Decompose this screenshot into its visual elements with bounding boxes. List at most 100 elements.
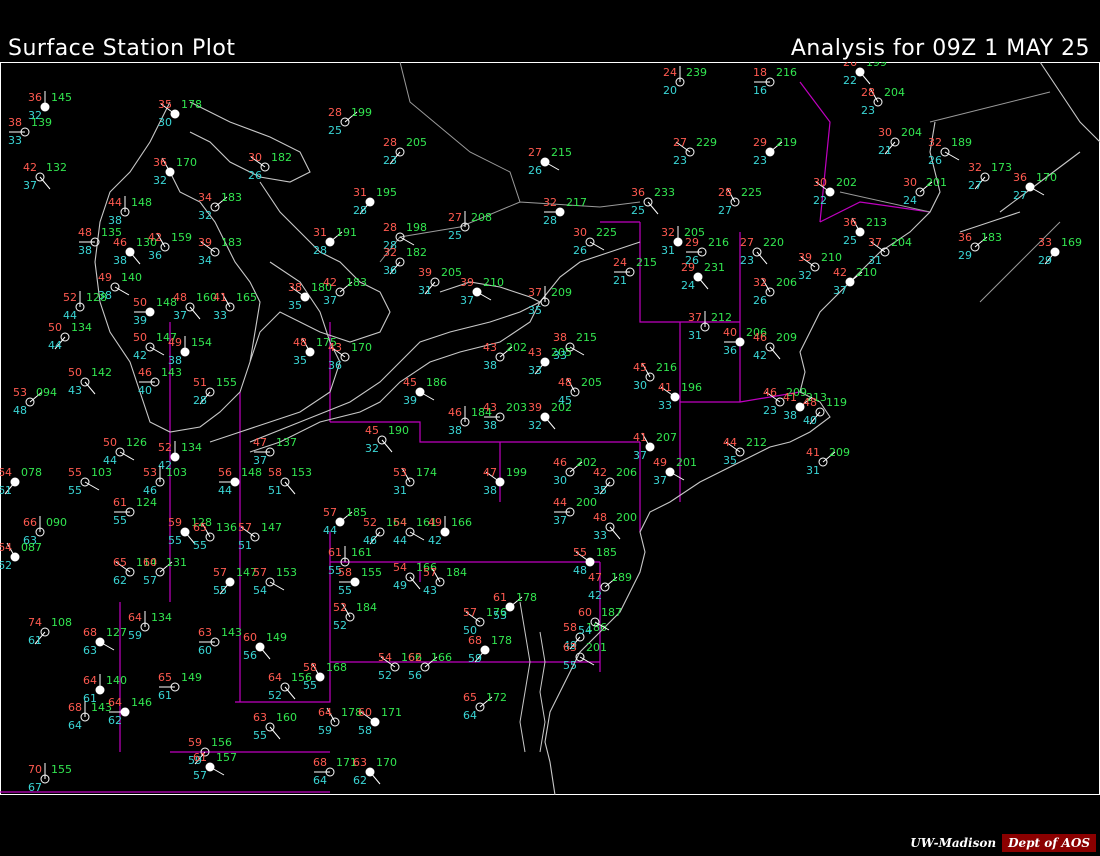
temperature-label: 46 — [753, 331, 767, 344]
temperature-label: 46 — [138, 366, 152, 379]
temperature-label: 28 — [383, 221, 397, 234]
dewpoint-label: 26 — [248, 169, 262, 182]
temperature-label: 65 — [158, 671, 172, 684]
temperature-label: 46 — [113, 236, 127, 249]
pressure-label: 148 — [241, 466, 262, 479]
temperature-label: 36 — [631, 186, 645, 199]
pressure-label: 126 — [126, 436, 147, 449]
temperature-label: 58 — [268, 466, 282, 479]
pressure-label: 155 — [361, 566, 382, 579]
pressure-label: 220 — [763, 236, 784, 249]
pressure-label: 184 — [446, 566, 467, 579]
temperature-label: 44 — [108, 196, 122, 209]
temperature-label: 60 — [143, 556, 157, 569]
pressure-label: 128 — [86, 291, 107, 304]
pressure-label: 231 — [704, 261, 725, 274]
temperature-label: 30 — [878, 126, 892, 139]
pressure-label: 213 — [866, 216, 887, 229]
temperature-label: 36 — [1013, 171, 1027, 184]
pressure-label: 087 — [21, 541, 42, 554]
dewpoint-label: 16 — [753, 84, 767, 97]
dewpoint-label: 26 — [528, 164, 542, 177]
temperature-label: 48 — [803, 396, 817, 409]
temperature-label: 45 — [403, 376, 417, 389]
pressure-label: 209 — [776, 331, 797, 344]
temperature-label: 47 — [588, 571, 602, 584]
temperature-label: 48 — [593, 511, 607, 524]
pressure-label: 094 — [36, 386, 57, 399]
dewpoint-label: 30 — [158, 116, 172, 129]
pressure-label: 153 — [291, 466, 312, 479]
pressure-label: 145 — [51, 91, 72, 104]
temperature-label: 57 — [423, 566, 437, 579]
pressure-label: 189 — [951, 136, 972, 149]
temperature-label: 59 — [188, 736, 202, 749]
pressure-label: 103 — [91, 466, 112, 479]
temperature-label: 51 — [193, 376, 207, 389]
temperature-label: 48 — [558, 376, 572, 389]
temperature-label: 50 — [68, 366, 82, 379]
pressure-label: 183 — [221, 191, 242, 204]
dewpoint-label: 31 — [688, 329, 702, 342]
temperature-label: 39 — [418, 266, 432, 279]
temperature-label: 36 — [843, 216, 857, 229]
pressure-label: 134 — [181, 441, 202, 454]
dewpoint-label: 33 — [8, 134, 22, 147]
dewpoint-label: 28 — [313, 244, 327, 257]
temperature-label: 26 — [843, 62, 857, 69]
pressure-label: 155 — [51, 763, 72, 776]
pressure-label: 216 — [708, 236, 729, 249]
dewpoint-label: 37 — [633, 449, 647, 462]
pressure-label: 149 — [181, 671, 202, 684]
temperature-label: 68 — [83, 626, 97, 639]
temperature-label: 47 — [483, 466, 497, 479]
dewpoint-label: 43 — [423, 584, 437, 597]
pressure-label: 132 — [46, 161, 67, 174]
temperature-label: 32 — [928, 136, 942, 149]
dewpoint-label: 28 — [193, 394, 207, 407]
pressure-label: 185 — [596, 546, 617, 559]
pressure-label: 178 — [516, 591, 537, 604]
pressure-label: 146 — [131, 696, 152, 709]
dewpoint-label: 31 — [806, 464, 820, 477]
dewpoint-label: 25 — [448, 229, 462, 242]
dewpoint-label: 21 — [613, 274, 627, 287]
temperature-label: 56 — [218, 466, 232, 479]
temperature-label: 57 — [253, 566, 267, 579]
pressure-label: 201 — [676, 456, 697, 469]
pressure-label: 184 — [356, 601, 377, 614]
pressure-label: 170 — [351, 341, 372, 354]
dewpoint-label: 25 — [328, 124, 342, 137]
pressure-label: 143 — [161, 366, 182, 379]
temperature-label: 41 — [213, 291, 227, 304]
dewpoint-label: 39 — [133, 314, 147, 327]
temperature-label: 64 — [128, 611, 142, 624]
dewpoint-label: 36 — [723, 344, 737, 357]
dewpoint-label: 31 — [418, 284, 432, 297]
temperature-label: 53 — [143, 466, 157, 479]
temperature-label: 30 — [248, 151, 262, 164]
dewpoint-label: 42 — [133, 349, 147, 362]
pressure-label: 143 — [221, 626, 242, 639]
dewpoint-label: 39 — [403, 394, 417, 407]
temperature-label: 37 — [528, 286, 542, 299]
temperature-label: 34 — [198, 191, 212, 204]
temperature-label: 42 — [833, 266, 847, 279]
temperature-label: 58 — [303, 661, 317, 674]
temperature-label: 32 — [661, 226, 675, 239]
temperature-label: 41 — [633, 431, 647, 444]
pressure-label: 127 — [106, 626, 127, 639]
dewpoint-label: 20 — [663, 84, 677, 97]
temperature-label: 50 — [133, 331, 147, 344]
temperature-label: 61 — [193, 751, 207, 764]
dewpoint-label: 55 — [303, 679, 317, 692]
dewpoint-label: 51 — [238, 539, 252, 552]
dewpoint-label: 28 — [353, 204, 367, 217]
pressure-label: 206 — [616, 466, 637, 479]
temperature-label: 24 — [613, 256, 627, 269]
temperature-label: 49 — [653, 456, 667, 469]
surface-map[interactable]: 35301782825199282320527262152420239 18162… — [0, 62, 1100, 795]
pressure-label: 149 — [266, 631, 287, 644]
temperature-label: 18 — [753, 66, 767, 79]
dewpoint-label: 36 — [328, 359, 342, 372]
